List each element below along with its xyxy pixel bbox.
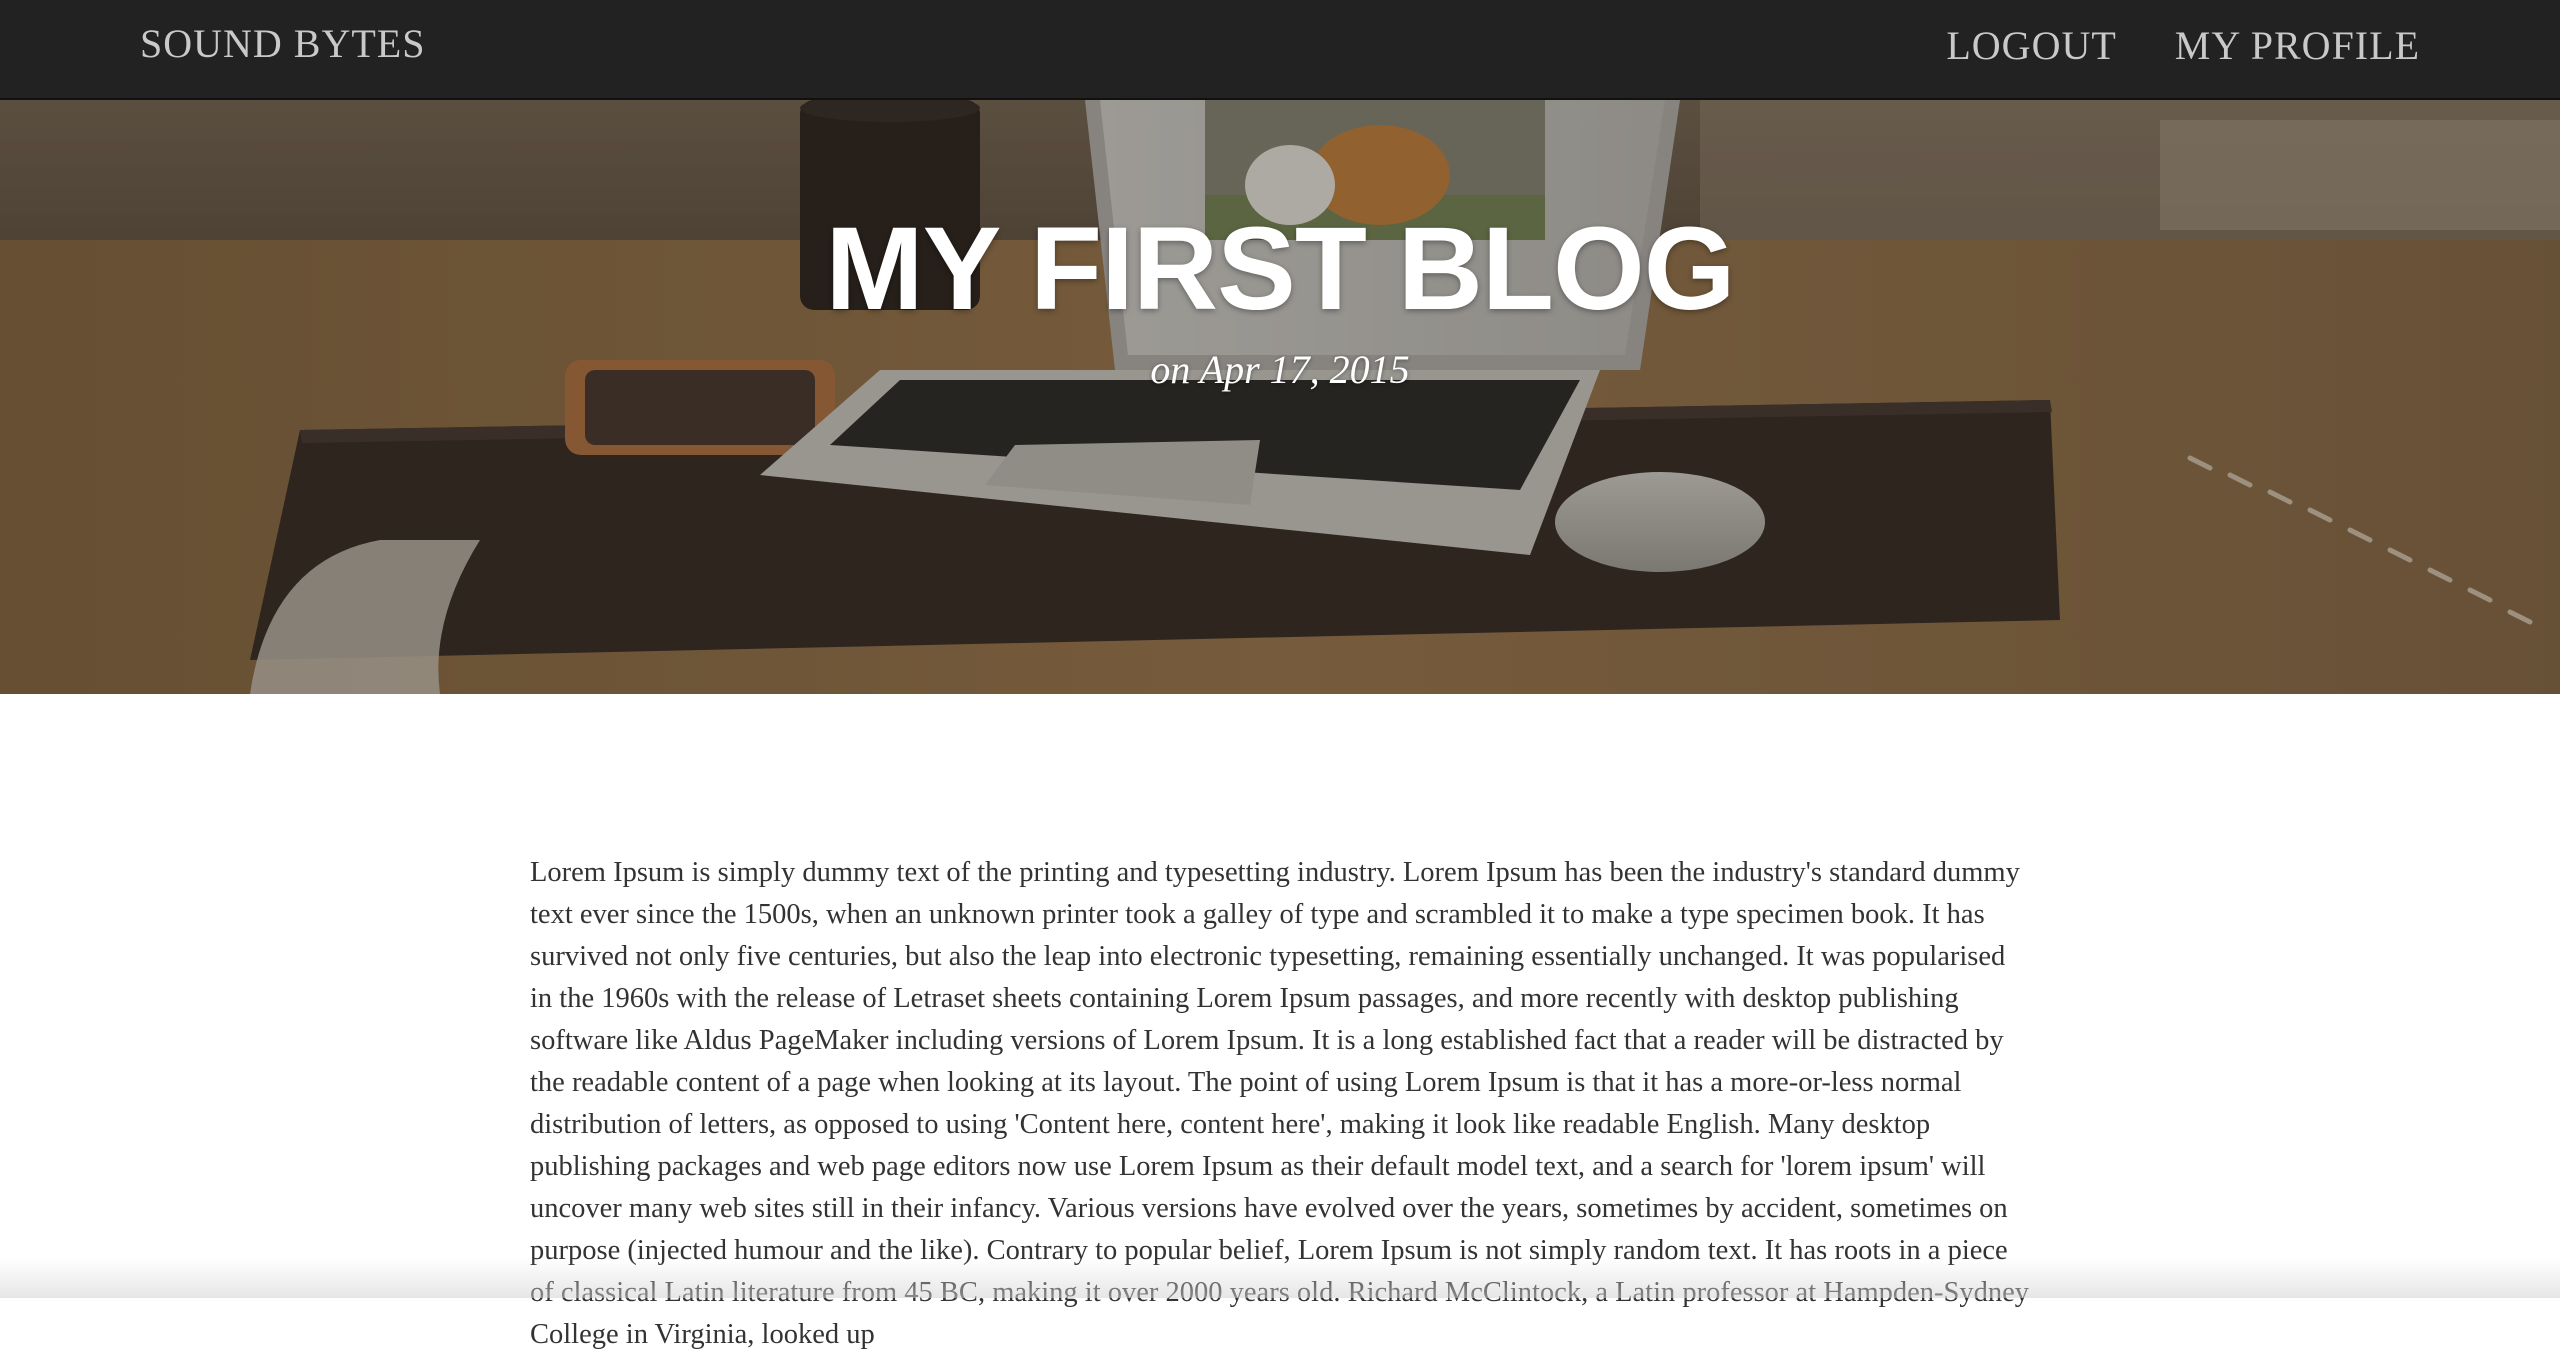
post-content: Lorem Ipsum is simply dummy text of the … bbox=[530, 852, 2030, 1356]
logout-link[interactable]: LOGOUT bbox=[1946, 22, 2116, 69]
post-paragraph: Lorem Ipsum is simply dummy text of the … bbox=[530, 852, 2030, 1356]
post-title: MY FIRST BLOG bbox=[0, 210, 2560, 328]
brand-link[interactable]: SOUND BYTES bbox=[140, 20, 425, 67]
my-profile-link[interactable]: MY PROFILE bbox=[2175, 22, 2420, 69]
post-date: on Apr 17, 2015 bbox=[0, 346, 2560, 393]
top-navbar: SOUND BYTES LOGOUT MY PROFILE bbox=[0, 0, 2560, 100]
hero-overlay bbox=[0, 100, 2560, 694]
hero-banner: MY FIRST BLOG on Apr 17, 2015 bbox=[0, 100, 2560, 694]
nav-links: LOGOUT MY PROFILE bbox=[1946, 22, 2420, 69]
